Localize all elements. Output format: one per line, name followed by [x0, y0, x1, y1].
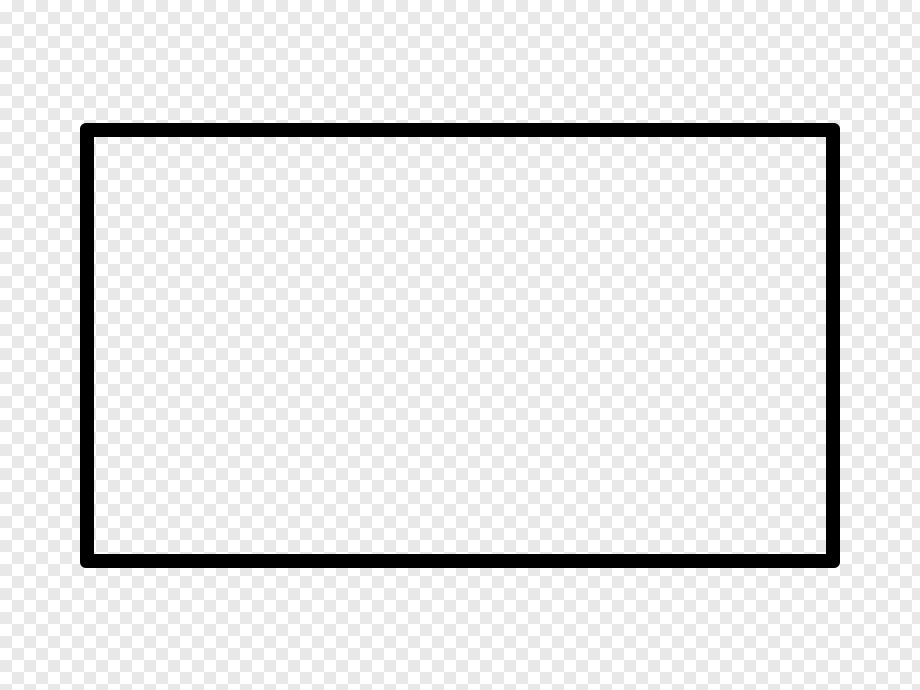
- rectangle-frame: [80, 123, 840, 568]
